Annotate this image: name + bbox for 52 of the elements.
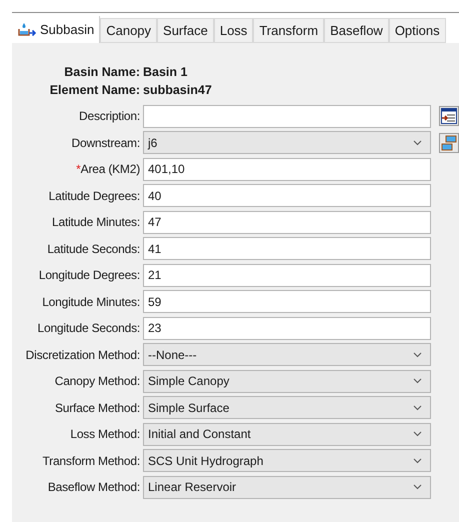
dropdown-field[interactable]: Linear Reservoir: [143, 476, 431, 498]
chevron-down-icon: [413, 404, 422, 410]
field-label: Description:: [79, 108, 140, 125]
header-value: subbasin47: [143, 82, 212, 99]
dropdown-field[interactable]: Simple Canopy: [143, 370, 431, 392]
field-label: Loss Method:: [70, 426, 140, 443]
field-label: Canopy Method:: [54, 373, 140, 390]
header-value: Basin 1: [143, 64, 188, 81]
text-field[interactable]: 401,10: [143, 158, 431, 180]
field-label: Latitude Degrees:: [48, 188, 140, 204]
tab[interactable]: Options: [388, 18, 446, 43]
field-label: Baseflow Method:: [48, 479, 140, 496]
field-label: Longitude Degrees:: [38, 267, 140, 284]
text-field[interactable]: [143, 104, 431, 128]
chevron-down-icon: [413, 484, 422, 490]
stack-button[interactable]: [439, 132, 459, 152]
chevron-down-icon: [413, 378, 422, 384]
field-label: Longitude Minutes:: [42, 294, 140, 310]
chevron-down-icon: [413, 140, 422, 146]
basin-icon: [17, 22, 37, 38]
field-label: Surface Method:: [54, 400, 140, 416]
dropdown-field[interactable]: Simple Surface: [143, 396, 431, 419]
field-label: Transform Method:: [42, 452, 140, 470]
tab[interactable]: Transform: [253, 18, 324, 43]
field-label: Downstream:: [72, 134, 140, 152]
text-field[interactable]: 40: [143, 184, 431, 207]
header-label: Basin Name:: [64, 64, 140, 81]
field-label: Latitude Seconds:: [47, 240, 140, 258]
field-label: Latitude Minutes:: [52, 214, 140, 231]
text-field[interactable]: 59: [143, 290, 431, 313]
chevron-down-icon: [413, 431, 422, 437]
tab[interactable]: Surface: [157, 18, 214, 43]
chevron-down-icon: [413, 352, 422, 358]
tab[interactable]: Canopy: [100, 18, 158, 43]
tab[interactable]: Baseflow: [324, 18, 389, 43]
dropdown-field[interactable]: SCS Unit Hydrograph: [143, 449, 431, 472]
notes-icon: [441, 108, 457, 124]
text-field[interactable]: 21: [143, 264, 431, 286]
dropdown-field[interactable]: Initial and Constant: [143, 422, 431, 446]
header-label: Element Name:: [50, 82, 140, 99]
field-label: Discretization Method:: [26, 346, 140, 364]
stack-icon: [441, 134, 457, 150]
tab[interactable]: Loss: [214, 18, 254, 43]
text-field[interactable]: 41: [143, 237, 431, 260]
chevron-down-icon: [413, 458, 422, 464]
dropdown-field[interactable]: j6: [143, 131, 431, 154]
dropdown-field[interactable]: --None---: [143, 343, 431, 366]
field-label: *Area (KM2): [76, 161, 140, 178]
field-label: Longitude Seconds:: [38, 320, 140, 337]
text-field[interactable]: 47: [143, 210, 431, 234]
notes-button[interactable]: [439, 106, 459, 126]
text-field[interactable]: 23: [143, 316, 431, 340]
